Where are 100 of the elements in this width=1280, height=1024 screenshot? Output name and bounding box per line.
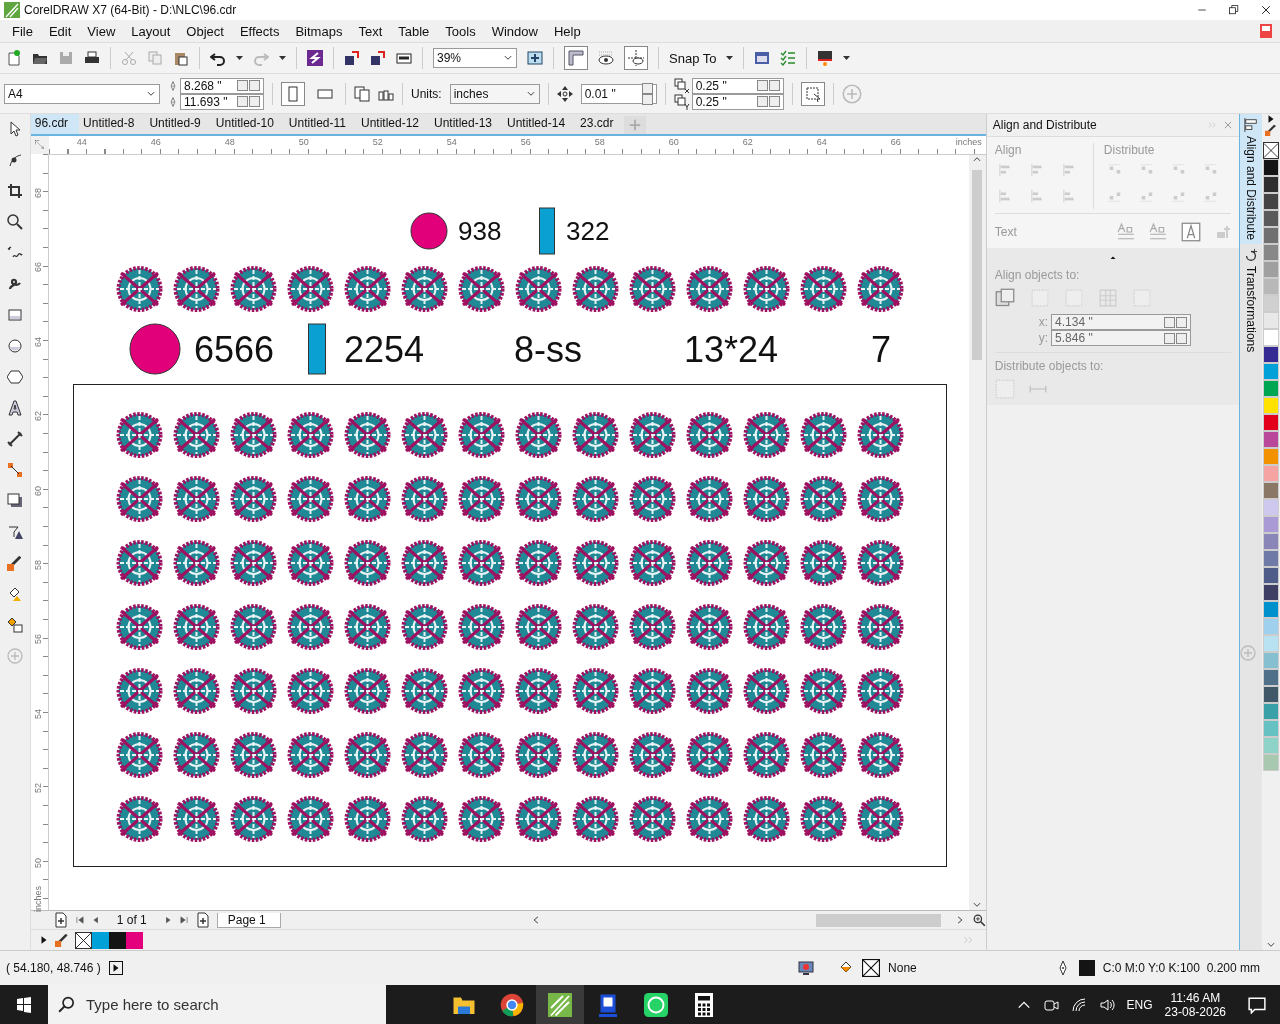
import-icon[interactable] — [344, 50, 360, 66]
color-swatch[interactable] — [1263, 754, 1280, 771]
speaker-icon[interactable] — [1098, 996, 1115, 1013]
color-swatch[interactable] — [1263, 669, 1280, 686]
checklist-icon[interactable] — [780, 50, 797, 66]
menu-item[interactable]: View — [79, 23, 124, 39]
color-swatch[interactable] — [1263, 516, 1280, 533]
snap-to-dropdown[interactable]: Snap To — [669, 50, 717, 66]
caret-icon[interactable] — [843, 56, 851, 60]
connect-icon[interactable] — [307, 50, 323, 66]
color-swatch[interactable] — [1263, 737, 1280, 754]
color-swatch[interactable] — [1263, 618, 1280, 635]
menu-item[interactable]: Window — [483, 23, 546, 39]
y-coordinate-field[interactable]: 5.846 " — [1051, 330, 1192, 346]
scrollbar-thumb[interactable] — [815, 913, 941, 927]
text-box-icon[interactable] — [1181, 222, 1202, 242]
docker-tab[interactable]: Align and Distribute — [1240, 114, 1263, 245]
collapse-up-icon[interactable] — [1109, 254, 1118, 262]
color-swatch[interactable] — [1263, 448, 1280, 465]
color-swatch[interactable] — [1263, 567, 1280, 584]
color-swatch[interactable] — [1263, 414, 1280, 431]
pdf-icon[interactable] — [396, 50, 412, 66]
first-page-icon[interactable] — [74, 915, 85, 925]
whatsapp-icon[interactable] — [644, 992, 668, 1017]
ruler-origin-icon[interactable] — [33, 139, 46, 151]
connector-icon[interactable] — [6, 462, 23, 478]
crop-icon[interactable] — [6, 183, 23, 199]
color-swatch[interactable] — [1263, 686, 1280, 703]
last-page-icon[interactable] — [178, 915, 189, 925]
monitor-icon[interactable] — [798, 960, 815, 976]
menu-item[interactable]: Effects — [231, 23, 288, 39]
color-swatch[interactable] — [1263, 210, 1280, 227]
color-swatch[interactable] — [1263, 261, 1280, 278]
page-width-field[interactable]: 8.268 " — [180, 77, 264, 94]
menu-item[interactable]: Tools — [437, 23, 484, 39]
menu-item[interactable]: Layout — [123, 23, 179, 39]
close-icon[interactable] — [1223, 120, 1234, 130]
document-tab[interactable]: Untitled-9 — [145, 114, 212, 134]
calculator-icon[interactable] — [692, 992, 716, 1017]
scroll-up-icon[interactable] — [972, 154, 983, 164]
eyedropper-icon[interactable] — [6, 555, 23, 571]
text-tool-icon[interactable] — [6, 400, 23, 416]
ellipse-icon[interactable] — [6, 338, 23, 354]
search-field[interactable]: Type here to search — [48, 985, 386, 1024]
language-indicator[interactable]: ENG — [1126, 997, 1153, 1012]
rectangle-icon[interactable] — [6, 307, 23, 323]
drop-shadow-icon[interactable] — [6, 493, 23, 509]
caret-icon[interactable] — [726, 56, 734, 60]
page-size-dropdown[interactable]: A4 — [4, 83, 160, 104]
color-swatch[interactable] — [1263, 380, 1280, 397]
nudge-distance-field[interactable]: 0.01 " — [580, 83, 657, 104]
zoom-icon[interactable] — [6, 214, 23, 230]
document-tab[interactable]: Untitled-14 — [503, 114, 577, 134]
windows-logo-icon[interactable] — [16, 996, 32, 1013]
color-swatch[interactable] — [1263, 227, 1280, 244]
document-tab[interactable]: Untitled-11 — [284, 114, 357, 134]
coreldraw-icon[interactable] — [548, 992, 572, 1017]
color-swatch[interactable] — [1263, 703, 1280, 720]
color-swatch[interactable] — [1263, 278, 1280, 295]
menu-item[interactable]: Edit — [40, 23, 80, 39]
notification-icon[interactable] — [1248, 995, 1266, 1014]
color-swatch[interactable] — [1263, 193, 1280, 210]
options-icon[interactable] — [754, 50, 771, 66]
docker-tab[interactable]: Transformations — [1240, 244, 1263, 357]
smart-fill-icon[interactable] — [6, 617, 23, 633]
units-dropdown[interactable]: inches — [449, 83, 540, 104]
color-swatch[interactable] — [1263, 244, 1280, 261]
color-swatch[interactable] — [1263, 159, 1280, 176]
brush-icon[interactable] — [6, 276, 23, 292]
caret-icon[interactable] — [279, 56, 286, 60]
scroll-down-icon[interactable] — [972, 900, 983, 910]
bounding-box-button[interactable] — [800, 81, 825, 106]
document-tab[interactable]: Untitled-13 — [430, 114, 504, 134]
scrollbar-thumb[interactable] — [972, 170, 983, 360]
grid-view-icon[interactable] — [598, 50, 614, 66]
menu-item[interactable]: Object — [178, 23, 232, 39]
color-swatch[interactable] — [1263, 499, 1280, 516]
full-screen-icon[interactable] — [527, 50, 543, 66]
color-swatch[interactable] — [1263, 397, 1280, 414]
portrait-button[interactable] — [281, 81, 305, 106]
scroll-down-icon[interactable] — [1266, 940, 1277, 950]
color-swatch[interactable] — [1263, 601, 1280, 618]
paste-icon[interactable] — [173, 50, 189, 66]
color-swatch[interactable] — [1263, 482, 1280, 499]
color-swatch[interactable] — [1263, 652, 1280, 669]
color-swatch[interactable] — [1263, 346, 1280, 363]
color-swatch[interactable] — [1263, 465, 1280, 482]
app-icon[interactable] — [596, 992, 620, 1017]
zoom-icon[interactable] — [972, 913, 986, 927]
wifi-icon[interactable] — [1070, 996, 1087, 1013]
add-page-icon[interactable] — [194, 912, 211, 928]
shape-tool-icon[interactable] — [6, 152, 23, 168]
caret-icon[interactable] — [236, 56, 243, 60]
page-tab[interactable]: Page 1 — [216, 912, 281, 928]
zoom-level-dropdown[interactable]: 39% — [433, 48, 517, 68]
no-color-swatch[interactable] — [74, 931, 92, 949]
color-swatch[interactable] — [1263, 295, 1280, 312]
color-swatch[interactable] — [1263, 720, 1280, 737]
polygon-icon[interactable] — [6, 369, 23, 385]
document-tab[interactable]: Untitled-10 — [211, 114, 285, 134]
